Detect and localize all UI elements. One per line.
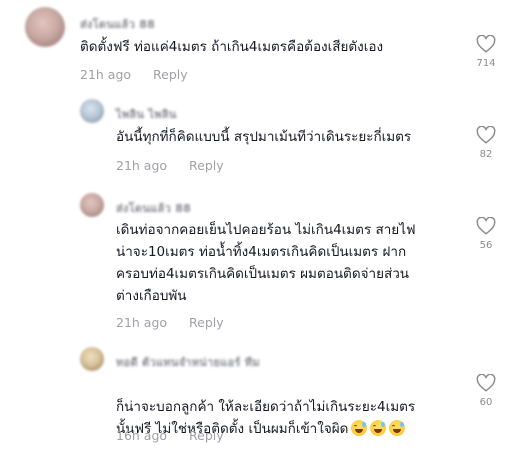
grinning-sweat-emoji [351, 420, 368, 436]
timestamp: 21h ago [116, 315, 168, 330]
avatar[interactable] [80, 347, 104, 371]
heart-icon [476, 374, 496, 392]
avatar[interactable] [80, 99, 104, 123]
timestamp: 16h ago [116, 428, 168, 443]
grinning-sweat-emoji [370, 420, 387, 436]
comment-text: ติดตั้งฟรี ท่อแค่4เมตร ถ้าเกิน4เมตรคือต้… [80, 39, 384, 55]
comment-text: เดินท่อจากคอยเย็นไปคอยร้อน ไม่เกิน4เมตร … [116, 222, 416, 304]
like-count: 60 [479, 397, 493, 408]
username[interactable]: ทอดี ตัวแทนจำหน่ายแอร์ ทีม [116, 353, 260, 371]
username[interactable]: ไพลิน ไพลิน [116, 105, 177, 123]
comment-meta: 21h ago Reply [116, 158, 224, 173]
comment-meta: 21h ago Reply [80, 67, 188, 82]
like-button[interactable]: 56 [474, 217, 498, 251]
comment-meta: 21h ago Reply [116, 315, 224, 330]
heart-icon [476, 126, 496, 144]
reply-comment: ทอดี ตัวแทนจำหน่ายแอร์ ทีม ก็น่าจะบอกลูก… [0, 345, 507, 456]
reply-button[interactable]: Reply [189, 428, 224, 443]
reply-comment: ไพลิน ไพลิน อันนี้ทุกที่ก็คิดแบบนี้ สรุป… [0, 95, 507, 185]
heart-icon [476, 35, 496, 53]
comment-text: อันนี้ทุกที่ก็คิดแบบนี้ สรุปมาเม้นทีว่าเ… [116, 129, 412, 145]
like-count: 82 [479, 149, 493, 160]
avatar[interactable] [25, 7, 65, 47]
reply-button[interactable]: Reply [153, 67, 188, 82]
like-button[interactable]: 714 [474, 35, 498, 69]
reply-button[interactable]: Reply [189, 158, 224, 173]
comment-meta: 16h ago Reply [116, 428, 224, 443]
username[interactable]: ส่งโดนแล้ว 88 [80, 15, 155, 33]
username[interactable]: ส่งโดนแล้ว 88 [116, 199, 191, 217]
like-button[interactable]: 82 [474, 126, 498, 160]
timestamp: 21h ago [80, 67, 132, 82]
avatar[interactable] [80, 193, 104, 217]
grinning-sweat-emoji [389, 420, 406, 436]
like-button[interactable]: 60 [474, 374, 498, 408]
like-count: 714 [476, 58, 496, 69]
like-count: 56 [479, 240, 493, 251]
timestamp: 21h ago [116, 158, 168, 173]
heart-icon [476, 217, 496, 235]
comment: ส่งโดนแล้ว 88 ติดตั้งฟรี ท่อแค่4เมตร ถ้า… [0, 0, 507, 95]
reply-button[interactable]: Reply [189, 315, 224, 330]
reply-comment: ส่งโดนแล้ว 88 เดินท่อจากคอยเย็นไปคอยร้อน… [0, 185, 507, 345]
